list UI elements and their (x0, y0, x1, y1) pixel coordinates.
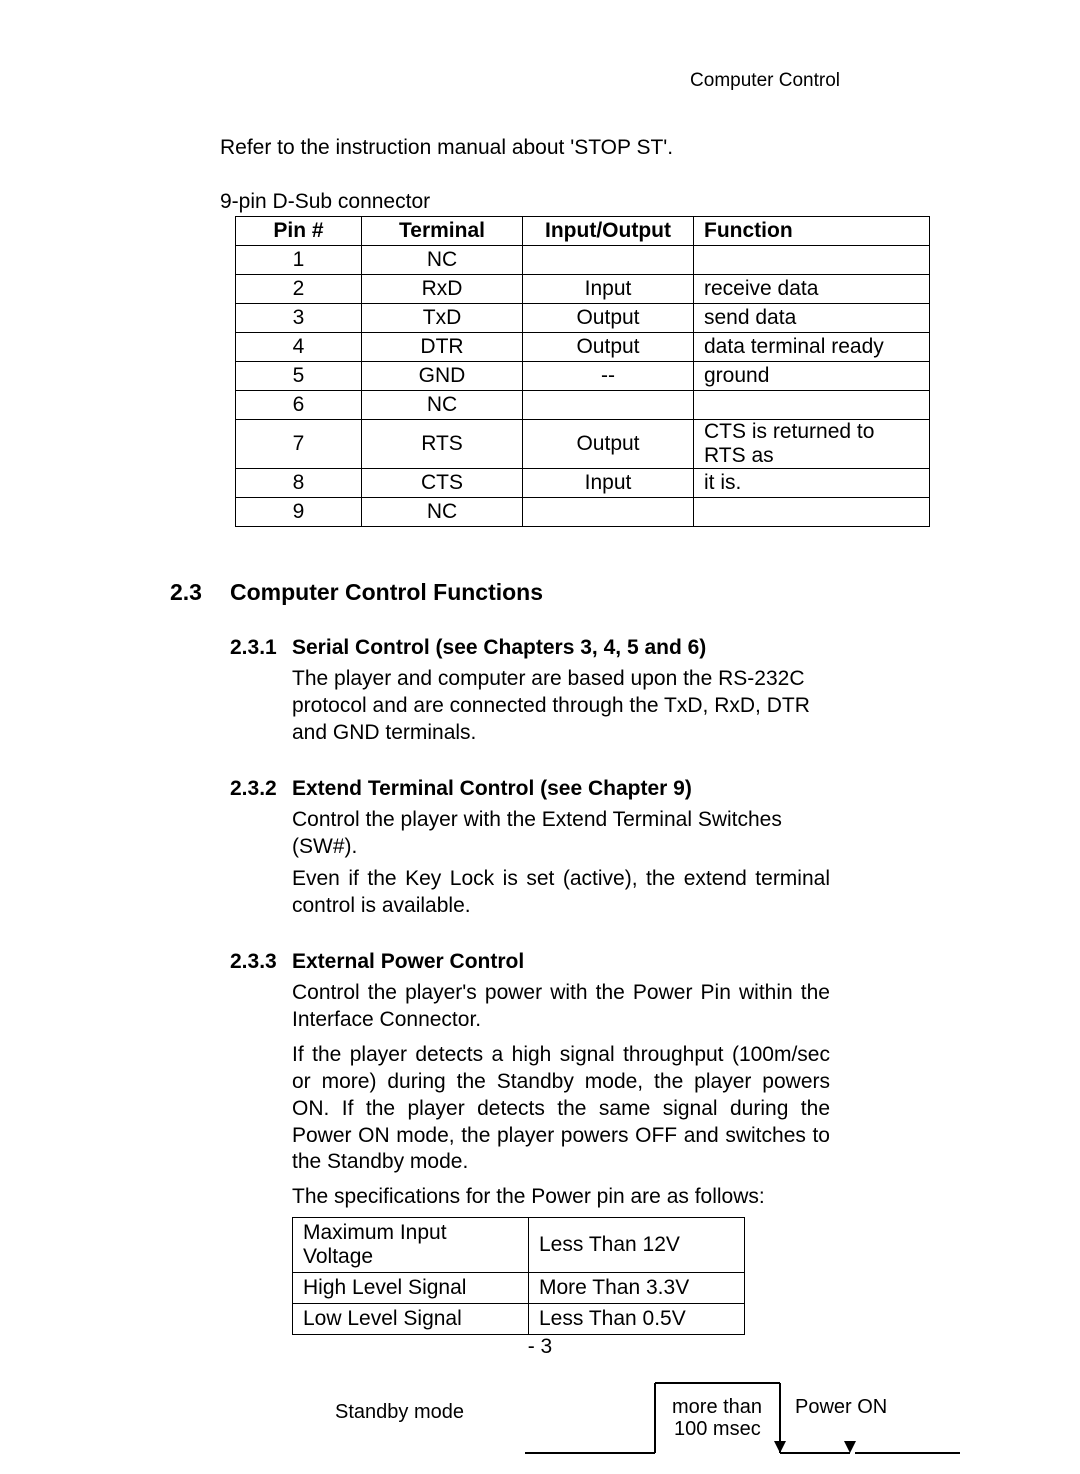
paragraph: Control the player with the Extend Termi… (292, 807, 830, 861)
timing-diagram: Standby mode more than 100 msec Power ON (300, 1373, 960, 1474)
diagram-right-label: Power ON (795, 1396, 887, 1418)
subsection-heading: 2.3.3 External Power Control (230, 950, 960, 974)
subsection-number: 2.3.3 (230, 950, 292, 974)
table-row: 8CTSInputit is. (236, 469, 930, 498)
table-row: 3TxDOutputsend data (236, 304, 930, 333)
paragraph: The player and computer are based upon t… (292, 666, 830, 747)
table-row: 9NC (236, 498, 930, 527)
th-term: Terminal (362, 217, 523, 246)
subsection-heading: 2.3.1 Serial Control (see Chapters 3, 4,… (230, 636, 960, 660)
page: Computer Control Refer to the instructio… (0, 0, 1080, 1397)
subsection-number: 2.3.1 (230, 636, 292, 660)
page-number: - 3 (0, 1335, 1080, 1359)
table-row: 7RTSOutputCTS is returned to RTS as (236, 420, 930, 469)
table-row: 1NC (236, 246, 930, 275)
subsection-number: 2.3.2 (230, 777, 292, 801)
paragraph: Control the player's power with the Powe… (292, 980, 830, 1034)
subsection-title: Serial Control (see Chapters 3, 4, 5 and… (292, 636, 706, 660)
table-caption: 9-pin D-Sub connector (220, 190, 960, 214)
paragraph: The specifications for the Power pin are… (292, 1184, 830, 1211)
pin-table: Pin # Terminal Input/Output Function 1NC… (235, 216, 930, 527)
table-row: Low Level SignalLess Than 0.5V (293, 1304, 745, 1335)
th-pin: Pin # (236, 217, 362, 246)
diagram-mid-label-1: more than (672, 1396, 762, 1418)
diagram-mid-label-2: 100 msec (674, 1418, 761, 1440)
section-heading: 2.3 Computer Control Functions (170, 579, 960, 606)
paragraph: If the player detects a high signal thro… (292, 1042, 830, 1176)
table-row: Maximum Input VoltageLess Than 12V (293, 1218, 745, 1273)
spec-table: Maximum Input VoltageLess Than 12V High … (292, 1217, 745, 1335)
running-header: Computer Control (120, 70, 960, 92)
table-row: 4DTROutputdata terminal ready (236, 333, 930, 362)
section-title: Computer Control Functions (230, 579, 543, 606)
section-number: 2.3 (170, 579, 230, 606)
table-row: 2RxDInputreceive data (236, 275, 930, 304)
subsection-title: Extend Terminal Control (see Chapter 9) (292, 777, 692, 801)
intro-text: Refer to the instruction manual about 'S… (220, 136, 960, 160)
table-row: 6NC (236, 391, 930, 420)
diagram-left-label: Standby mode (335, 1401, 464, 1423)
th-func: Function (694, 217, 930, 246)
subsection-heading: 2.3.2 Extend Terminal Control (see Chapt… (230, 777, 960, 801)
paragraph: Even if the Key Lock is set (active), th… (292, 866, 830, 920)
table-row: High Level SignalMore Than 3.3V (293, 1273, 745, 1304)
pulse-diagram-icon: Standby mode more than 100 msec Power ON (300, 1373, 960, 1468)
subsection-title: External Power Control (292, 950, 524, 974)
th-io: Input/Output (523, 217, 694, 246)
table-row: 5GND--ground (236, 362, 930, 391)
